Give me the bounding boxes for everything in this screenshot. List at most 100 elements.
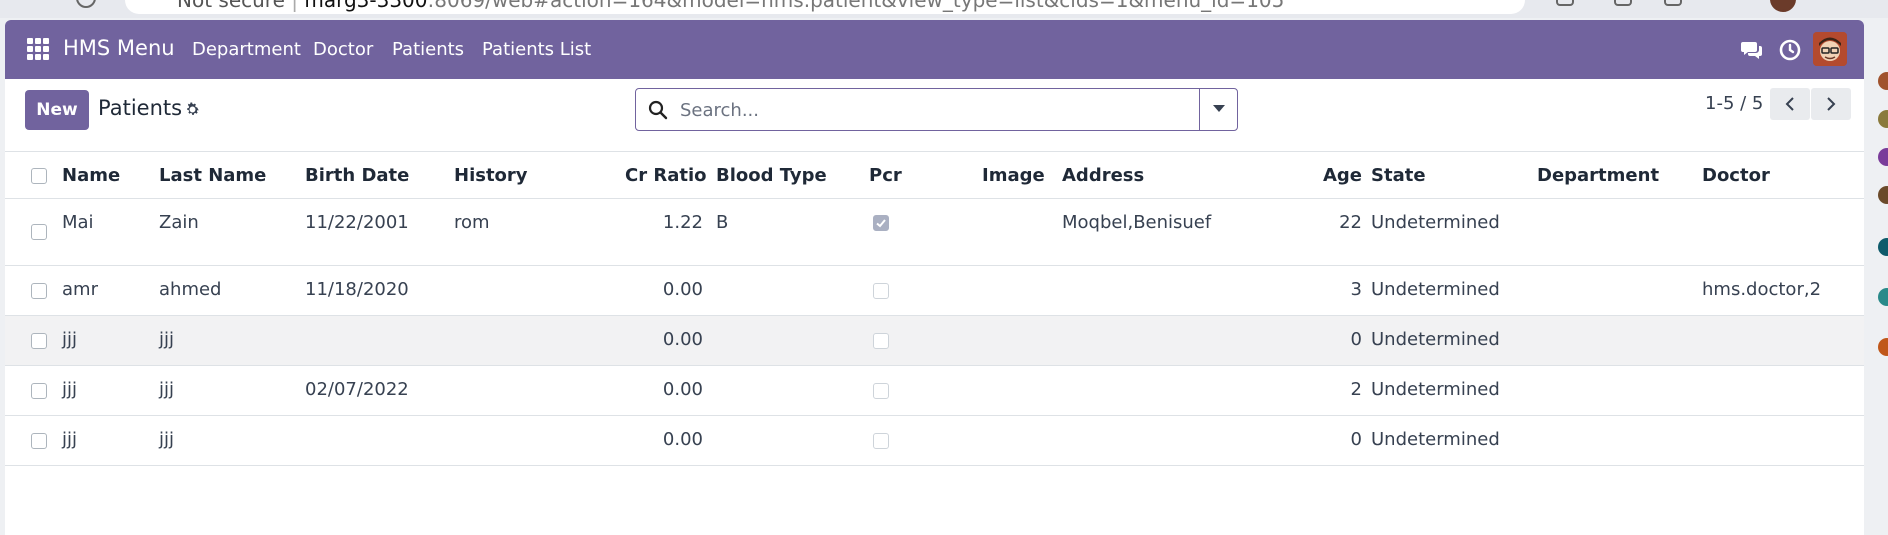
pcr-checkbox xyxy=(873,215,889,231)
app-window: HMS Menu Department Doctor Patients Pati… xyxy=(5,20,1864,535)
column-header-age[interactable]: Age xyxy=(1285,165,1362,186)
cell-age: 0 xyxy=(1350,329,1362,350)
extension-icon[interactable] xyxy=(1614,0,1632,6)
table-row[interactable]: jjj jjj 0.00 0 Undetermined xyxy=(5,316,1864,366)
gear-icon[interactable] xyxy=(184,101,201,118)
cell-birth-date: 11/18/2020 xyxy=(305,279,409,300)
avatar xyxy=(1878,110,1888,128)
extension-icon[interactable] xyxy=(1556,0,1574,6)
cell-cr-ratio: 0.00 xyxy=(662,429,703,450)
row-checkbox[interactable] xyxy=(31,283,47,299)
url-host: marg3-3300 xyxy=(304,0,428,12)
cell-birth-date: 11/22/2001 xyxy=(305,212,409,233)
chevron-left-icon xyxy=(1785,97,1794,111)
security-label: Not secure xyxy=(177,0,285,12)
column-header-state[interactable]: State xyxy=(1371,165,1426,186)
profile-avatar[interactable] xyxy=(1770,0,1796,12)
cell-state: Undetermined xyxy=(1371,329,1500,350)
table-header: Name Last Name Birth Date History Cr Rat… xyxy=(5,151,1864,199)
cell-cr-ratio: 0.00 xyxy=(662,329,703,350)
cell-history: rom xyxy=(454,212,490,233)
pcr-checkbox xyxy=(873,283,889,299)
cell-age: 2 xyxy=(1350,379,1362,400)
avatar xyxy=(1878,72,1888,90)
cell-doctor: hms.doctor,2 xyxy=(1702,279,1822,300)
avatar xyxy=(1878,238,1888,256)
nav-item-department[interactable]: Department xyxy=(192,39,301,60)
cell-name: Mai xyxy=(62,212,94,233)
column-header-doctor[interactable]: Doctor xyxy=(1702,165,1770,186)
cell-age: 3 xyxy=(1350,279,1362,300)
nav-item-patients[interactable]: Patients xyxy=(392,39,464,60)
avatar xyxy=(1878,148,1888,166)
avatar xyxy=(1878,288,1888,306)
cell-state: Undetermined xyxy=(1371,279,1500,300)
column-header-name[interactable]: Name xyxy=(62,165,120,186)
column-header-address[interactable]: Address xyxy=(1062,165,1144,186)
column-header-department[interactable]: Department xyxy=(1537,165,1659,186)
search-input[interactable] xyxy=(680,97,1180,123)
cell-cr-ratio: 0.00 xyxy=(662,379,703,400)
nav-item-patients-list[interactable]: Patients List xyxy=(482,39,591,60)
row-checkbox[interactable] xyxy=(31,433,47,449)
pager-previous-button[interactable] xyxy=(1770,88,1810,120)
cell-state: Undetermined xyxy=(1371,429,1500,450)
row-checkbox[interactable] xyxy=(31,224,47,240)
cell-name: jjj xyxy=(62,429,78,450)
pcr-checkbox xyxy=(873,333,889,349)
cell-name: amr xyxy=(62,279,98,300)
cell-age: 22 xyxy=(1339,212,1362,233)
table-row[interactable]: jjj jjj 0.00 0 Undetermined xyxy=(5,416,1864,466)
pager-next-button[interactable] xyxy=(1811,88,1851,120)
user-avatar[interactable] xyxy=(1813,32,1847,66)
cell-cr-ratio: 0.00 xyxy=(662,279,703,300)
nav-item-doctor[interactable]: Doctor xyxy=(313,39,373,60)
brand-menu[interactable]: HMS Menu xyxy=(63,36,175,60)
chat-icon[interactable] xyxy=(1740,38,1764,62)
cell-blood-type: B xyxy=(716,212,729,233)
cell-last-name: jjj xyxy=(159,379,175,400)
table-row[interactable]: amr ahmed 11/18/2020 0.00 3 Undetermined… xyxy=(5,266,1864,316)
column-header-cr-ratio[interactable]: Cr Ratio xyxy=(625,165,707,186)
table-row[interactable]: jjj jjj 02/07/2022 0.00 2 Undetermined xyxy=(5,366,1864,416)
cell-name: jjj xyxy=(62,379,78,400)
check-icon xyxy=(876,219,886,228)
column-header-birth-date[interactable]: Birth Date xyxy=(305,165,409,186)
browser-chrome: Not secure | marg3-3300:8069/web#action=… xyxy=(0,0,1888,18)
column-header-history[interactable]: History xyxy=(454,165,528,186)
table-row[interactable]: Mai Zain 11/22/2001 rom 1.22 B Moqbel,Be… xyxy=(5,199,1864,266)
reload-icon[interactable] xyxy=(76,0,96,8)
cell-state: Undetermined xyxy=(1371,379,1500,400)
address-bar[interactable]: Not secure | marg3-3300:8069/web#action=… xyxy=(125,0,1525,14)
column-header-image[interactable]: Image xyxy=(982,165,1045,186)
caret-down-icon xyxy=(1213,105,1225,112)
cell-address: Moqbel,Benisuef xyxy=(1062,212,1212,233)
search-options-toggle[interactable] xyxy=(1200,89,1238,130)
chevron-right-icon xyxy=(1827,97,1836,111)
cell-last-name: jjj xyxy=(159,429,175,450)
column-header-last-name[interactable]: Last Name xyxy=(159,165,266,186)
cell-cr-ratio: 1.22 xyxy=(662,212,703,233)
pcr-checkbox xyxy=(873,433,889,449)
apps-grid-icon[interactable] xyxy=(27,38,49,60)
column-header-pcr[interactable]: Pcr xyxy=(869,165,902,186)
page-title: Patients xyxy=(98,96,183,120)
column-header-blood-type[interactable]: Blood Type xyxy=(716,165,827,186)
row-checkbox[interactable] xyxy=(31,383,47,399)
url-path: :8069/web#action=164&model=hms.patient&v… xyxy=(427,0,1285,12)
extension-icon[interactable] xyxy=(1664,0,1682,6)
search-bar xyxy=(635,88,1238,131)
select-all-checkbox[interactable] xyxy=(31,168,47,184)
row-checkbox[interactable] xyxy=(31,333,47,349)
cell-birth-date: 02/07/2022 xyxy=(305,379,409,400)
avatar xyxy=(1878,338,1888,356)
cell-state: Undetermined xyxy=(1371,212,1500,233)
cell-last-name: Zain xyxy=(159,212,199,233)
cell-name: jjj xyxy=(62,329,78,350)
top-navbar: HMS Menu Department Doctor Patients Pati… xyxy=(5,20,1864,79)
pcr-checkbox xyxy=(873,383,889,399)
search-icon xyxy=(648,100,668,120)
new-button[interactable]: New xyxy=(25,90,89,130)
pager-value[interactable]: 1-5 / 5 xyxy=(1705,93,1763,114)
clock-icon[interactable] xyxy=(1778,38,1802,62)
